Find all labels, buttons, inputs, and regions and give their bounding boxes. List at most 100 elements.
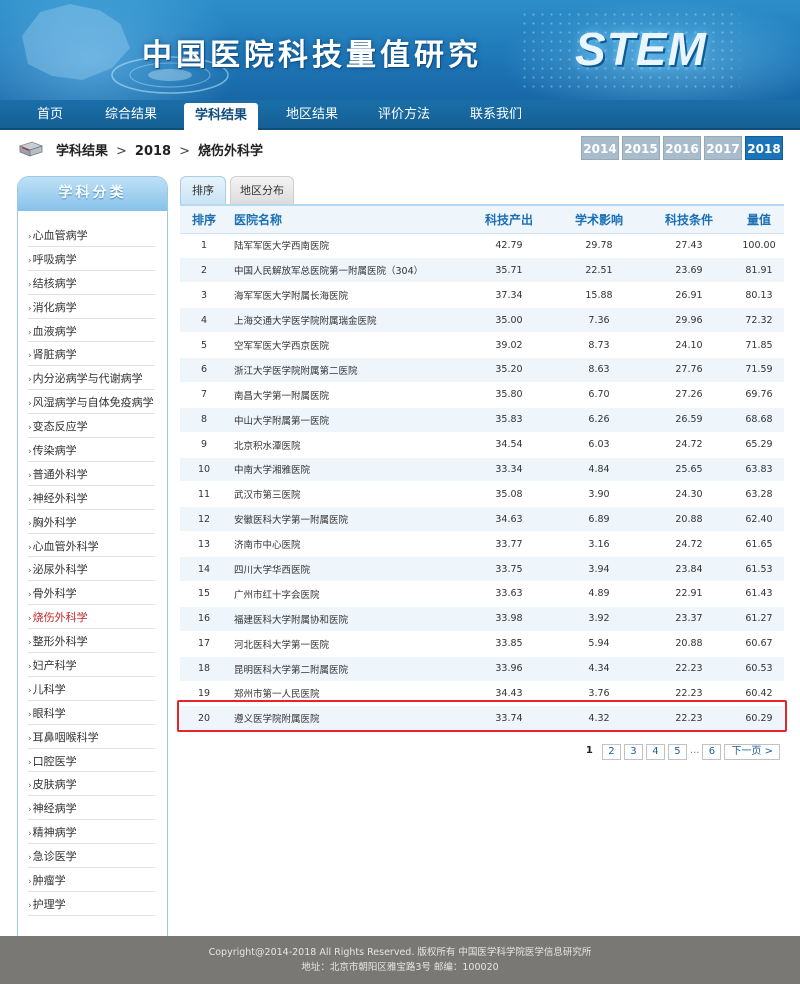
breadcrumb-item-subject[interactable]: 学科结果 <box>56 144 108 159</box>
table-row[interactable]: 7 南昌大学第一附属医院 35.80 6.70 27.26 69.76 <box>180 382 784 408</box>
table-row[interactable]: 16 福建医科大学附属协和医院 33.98 3.92 23.37 61.27 <box>180 606 784 632</box>
year-tab-2015[interactable]: 2015 <box>622 136 660 160</box>
nav-subject-results[interactable]: 学科结果 <box>184 103 258 130</box>
table-row[interactable]: 2 中国人民解放军总医院第一附属医院（304） 35.71 22.51 23.69 81.… <box>180 257 784 284</box>
sidebar-item-category[interactable]: ›肾脏病学 <box>28 342 155 367</box>
page-2[interactable]: 2 <box>601 744 621 760</box>
sidebar-item-category[interactable]: ›急诊医学 <box>28 844 155 869</box>
table-row[interactable]: 13 济南市中心医院 33.77 3.16 24.72 61.65 <box>180 531 784 558</box>
sidebar-item-category[interactable]: ›妇产科学 <box>28 653 155 677</box>
table-row[interactable]: 5 空军军医大学西京医院 39.02 8.73 24.10 71.85 <box>180 332 784 358</box>
sidebar-item-category[interactable]: ›护理学 <box>28 892 155 916</box>
cell-score: 65.29 <box>734 432 784 458</box>
sidebar-item-category[interactable]: ›心血管外科学 <box>28 534 155 558</box>
cell-impact: 4.84 <box>554 457 644 483</box>
table-row[interactable]: 15 广州市红十字会医院 33.63 4.89 22.91 61.43 <box>180 581 784 607</box>
table-row[interactable]: 10 中南大学湘雅医院 33.34 4.84 25.65 63.83 <box>180 457 784 483</box>
year-tab-2014[interactable]: 2014 <box>581 136 619 160</box>
nav-region-results[interactable]: 地区结果 <box>276 100 348 130</box>
table-row[interactable]: 19 郑州市第一人民医院 34.43 3.76 22.23 60.42 <box>180 681 784 707</box>
table-row[interactable]: 18 昆明医科大学第二附属医院 33.96 4.34 22.23 60.53 <box>180 656 784 682</box>
table-row[interactable]: 9 北京积水潭医院 34.54 6.03 24.72 65.29 <box>180 432 784 458</box>
nav-overall-results[interactable]: 综合结果 <box>96 100 166 130</box>
table-row[interactable]: 1 陆军军医大学西南医院 42.79 29.78 27.43 100.00 <box>180 233 784 259</box>
sidebar-item-category[interactable]: ›整形外科学 <box>28 629 155 654</box>
sidebar-item-category[interactable]: ›泌尿外科学 <box>28 557 155 582</box>
nav-contact-us[interactable]: 联系我们 <box>460 100 532 130</box>
chevron-right-icon: › <box>28 900 32 911</box>
chevron-right-icon: › <box>28 542 32 553</box>
sidebar-item-category[interactable]: ›血液病学 <box>28 319 155 343</box>
sidebar-item-label: 风湿病学与自体免疫病学 <box>32 396 154 410</box>
cell-score: 61.27 <box>734 606 784 632</box>
footer-copyright: Copyright@2014-2018 All Rights Reserved.… <box>208 947 592 958</box>
sidebar-item-label: 结核病学 <box>32 276 77 290</box>
table-row[interactable]: 8 中山大学附属第一医院 35.83 6.26 26.59 68.68 <box>180 407 784 433</box>
cell-score: 62.40 <box>734 506 784 533</box>
sidebar-item-category[interactable]: ›结核病学 <box>28 271 155 295</box>
sidebar-item-category[interactable]: ›心血管病学 <box>28 223 155 247</box>
header-score: 量值 <box>734 206 784 234</box>
page-last[interactable]: 6 <box>702 744 722 760</box>
sidebar-item-category[interactable]: ›烧伤外科学 <box>28 605 155 630</box>
year-tab-2016[interactable]: 2016 <box>663 136 701 160</box>
sidebar-item-category[interactable]: ›普通外科学 <box>28 462 155 486</box>
cell-output: 33.74 <box>464 705 554 732</box>
year-tab-2017[interactable]: 2017 <box>704 136 742 160</box>
table-row[interactable]: 12 安徽医科大学第一附属医院 34.63 6.89 20.88 62.40 <box>180 506 784 533</box>
cell-score: 68.68 <box>734 407 784 433</box>
cell-impact: 3.92 <box>554 606 644 632</box>
cell-score: 61.53 <box>734 556 784 582</box>
sidebar-item-category[interactable]: ›内分泌病学与代谢病学 <box>28 366 155 391</box>
sidebar-item-category[interactable]: ›骨外科学 <box>28 581 155 606</box>
sidebar-item-category[interactable]: ›神经病学 <box>28 796 155 821</box>
page-3[interactable]: 3 <box>623 744 643 760</box>
sidebar-item-category[interactable]: ›耳鼻咽喉科学 <box>28 725 155 749</box>
nav-evaluation-method[interactable]: 评价方法 <box>368 100 440 130</box>
sidebar-item-category[interactable]: ›呼吸病学 <box>28 247 155 271</box>
cell-score: 69.76 <box>734 382 784 408</box>
sidebar-item-category[interactable]: ›精神病学 <box>28 820 155 845</box>
table-row[interactable]: 4 上海交通大学医学院附属瑞金医院 35.00 7.36 29.96 72.32 <box>180 307 784 334</box>
year-tab-2018[interactable]: 2018 <box>745 136 783 160</box>
chevron-right-icon: › <box>28 590 32 601</box>
sidebar-item-category[interactable]: ›口腔医学 <box>28 749 155 773</box>
breadcrumb-item-year[interactable]: 2018 <box>135 144 171 159</box>
cell-impact: 3.16 <box>554 531 644 558</box>
tab-ranking[interactable]: 排序 <box>180 176 226 204</box>
cell-hospital-name: 海军军医大学附属长海医院 <box>228 282 464 309</box>
header-rank: 排序 <box>180 206 228 234</box>
table-row[interactable]: 3 海军军医大学附属长海医院 37.34 15.88 26.91 80.13 <box>180 282 784 309</box>
sidebar-item-category[interactable]: ›肿瘤学 <box>28 868 155 892</box>
sidebar-item-category[interactable]: ›消化病学 <box>28 295 155 319</box>
table-row[interactable]: 17 河北医科大学第一医院 33.85 5.94 20.88 60.67 <box>180 631 784 657</box>
table-row[interactable]: 6 浙江大学医学院附属第二医院 35.20 8.63 27.76 71.59 <box>180 357 784 383</box>
nav-home[interactable]: 首页 <box>24 100 76 130</box>
sidebar-item-label: 血液病学 <box>32 324 77 338</box>
sidebar-item-category[interactable]: ›神经外科学 <box>28 486 155 510</box>
next-page-button[interactable]: 下一页 > <box>724 744 780 760</box>
sidebar-item-category[interactable]: ›传染病学 <box>28 438 155 462</box>
cell-rank: 1 <box>180 233 228 259</box>
sidebar-item-category[interactable]: ›眼科学 <box>28 701 155 725</box>
cell-conditions: 24.72 <box>644 432 734 458</box>
page-4[interactable]: 4 <box>645 744 665 760</box>
sidebar-item-category[interactable]: ›儿科学 <box>28 677 155 701</box>
tab-region-distribution[interactable]: 地区分布 <box>230 176 294 204</box>
cell-rank: 9 <box>180 432 228 458</box>
sidebar-item-label: 泌尿外科学 <box>32 563 88 577</box>
table-row[interactable]: 20 遵义医学院附属医院 33.74 4.32 22.23 60.29 <box>180 705 784 732</box>
cell-impact: 8.73 <box>554 332 644 358</box>
chevron-right-icon: › <box>28 518 32 529</box>
cell-rank: 20 <box>180 705 228 732</box>
sidebar-item-category[interactable]: ›胸外科学 <box>28 510 155 534</box>
sidebar-item-category[interactable]: ›风湿病学与自体免疫病学 <box>28 390 155 415</box>
sidebar-item-label: 儿科学 <box>32 682 66 696</box>
page-5[interactable]: 5 <box>667 744 687 760</box>
sidebar-item-category[interactable]: ›变态反应学 <box>28 414 155 439</box>
sidebar-item-category[interactable]: ›皮肤病学 <box>28 772 155 797</box>
table-row[interactable]: 11 武汉市第三医院 35.08 3.90 24.30 63.28 <box>180 481 784 508</box>
cell-conditions: 27.26 <box>644 382 734 408</box>
table-row[interactable]: 14 四川大学华西医院 33.75 3.94 23.84 61.53 <box>180 556 784 582</box>
panel-tabs: 排序 地区分布 <box>180 176 294 204</box>
